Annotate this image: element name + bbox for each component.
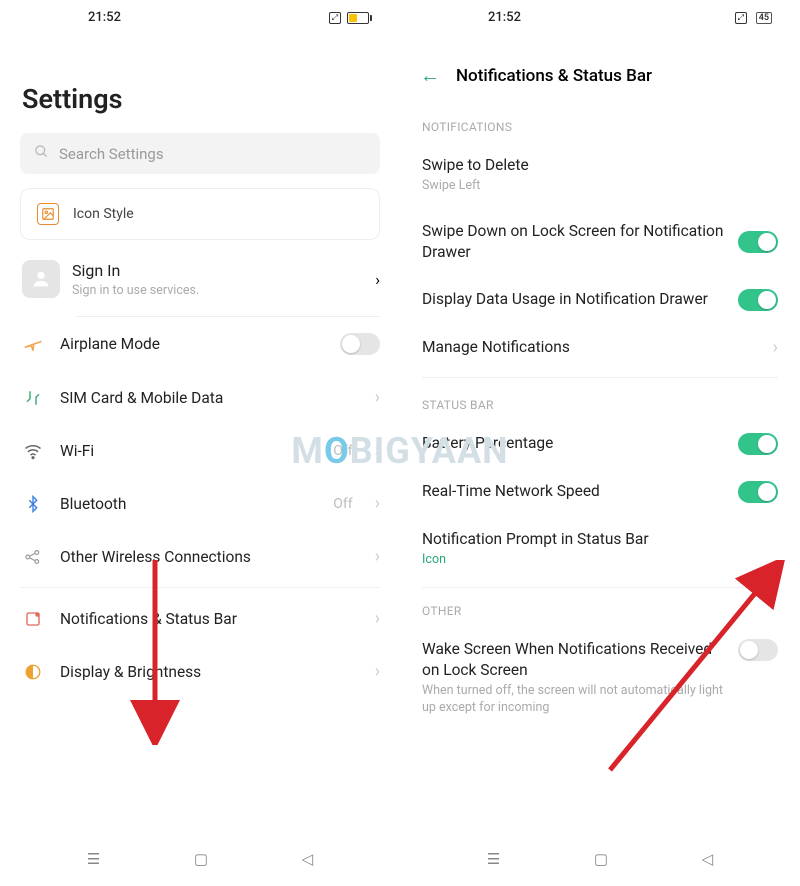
avatar-icon — [22, 260, 60, 298]
image-icon — [37, 203, 59, 225]
row-other-wireless[interactable]: Other Wireless Connections › — [0, 530, 400, 583]
icon-style-label: Icon Style — [73, 206, 134, 222]
row-manage-notifications[interactable]: Manage Notifications › — [400, 324, 800, 371]
share-icon — [22, 548, 44, 566]
status-time: 21:52 — [18, 10, 121, 25]
row-label: Notification Prompt in Status Bar — [422, 529, 778, 550]
search-placeholder: Search Settings — [59, 145, 164, 163]
toggle-airplane[interactable] — [340, 333, 380, 355]
row-wake-screen[interactable]: Wake Screen When Notifications Received … — [400, 626, 800, 730]
row-label: Real-Time Network Speed — [422, 481, 724, 502]
toggle[interactable] — [738, 289, 778, 311]
row-value: Off — [333, 496, 352, 512]
wifi-icon — [22, 441, 44, 461]
battery-icon — [347, 12, 372, 24]
back-arrow-icon[interactable]: ← — [420, 63, 440, 88]
chevron-right-icon: › — [375, 440, 380, 461]
signin-sub: Sign in to use services. — [72, 283, 363, 298]
brightness-icon — [22, 663, 44, 681]
row-sim-data[interactable]: SIM Card & Mobile Data › — [0, 371, 400, 424]
rotation-icon: ⤢ — [735, 12, 747, 24]
rotation-icon: ⤢ — [329, 12, 341, 24]
row-display-brightness[interactable]: Display & Brightness › — [0, 645, 400, 698]
nav-back-icon[interactable]: ◁ — [702, 850, 714, 868]
chevron-right-icon: › — [375, 608, 380, 629]
row-battery-percentage[interactable]: Battery Percentage — [400, 420, 800, 468]
divider — [422, 587, 778, 588]
chevron-right-icon: › — [375, 661, 380, 682]
page-title: Settings — [0, 33, 400, 133]
notification-icon — [22, 610, 44, 628]
screen-settings: 21:52 ⤢ Settings Search Settings Icon St… — [0, 0, 400, 886]
section-notifications: NOTIFICATIONS — [400, 106, 800, 142]
row-sub: Icon — [422, 552, 778, 569]
row-label: Airplane Mode — [60, 335, 324, 353]
airplane-icon — [22, 334, 44, 354]
section-other: OTHER — [400, 590, 800, 626]
icon-style-card[interactable]: Icon Style — [20, 188, 380, 240]
row-label: Swipe to Delete — [422, 155, 778, 176]
toggle[interactable] — [738, 231, 778, 253]
row-data-usage[interactable]: Display Data Usage in Notification Drawe… — [400, 276, 800, 324]
row-label: Display Data Usage in Notification Drawe… — [422, 289, 724, 310]
toggle[interactable] — [738, 639, 778, 661]
row-swipe-delete[interactable]: Swipe to Delete Swipe Left — [400, 142, 800, 208]
row-sub: When turned off, the screen will not aut… — [422, 683, 724, 717]
chevron-right-icon: › — [375, 270, 380, 289]
chevron-right-icon: › — [375, 546, 380, 567]
toggle[interactable] — [738, 433, 778, 455]
row-label: Bluetooth — [60, 495, 317, 513]
screen-notifications-statusbar: 21:52 ⤢ 45 ← Notifications & Status Bar … — [400, 0, 800, 886]
system-navbar: ☰ ▢ ◁ — [400, 836, 800, 886]
row-bluetooth[interactable]: Bluetooth Off › — [0, 477, 400, 530]
toggle-network-speed[interactable] — [738, 481, 778, 503]
nav-back-icon[interactable]: ◁ — [302, 850, 314, 868]
row-value: Off — [333, 443, 352, 459]
status-time: 21:52 — [418, 10, 521, 25]
status-bar: 21:52 ⤢ 45 — [400, 0, 800, 33]
row-label: Battery Percentage — [422, 433, 724, 454]
chevron-right-icon: › — [375, 387, 380, 408]
row-label: Wake Screen When Notifications Received … — [422, 639, 724, 681]
divider — [422, 377, 778, 378]
search-icon — [34, 144, 49, 163]
row-label: SIM Card & Mobile Data — [60, 389, 359, 407]
row-swipe-down-lock[interactable]: Swipe Down on Lock Screen for Notificati… — [400, 208, 800, 276]
row-notifications-statusbar[interactable]: Notifications & Status Bar › — [0, 592, 400, 645]
section-statusbar: STATUS BAR — [400, 384, 800, 420]
nav-home-icon[interactable]: ▢ — [194, 850, 208, 868]
row-label: Wi-Fi — [60, 442, 317, 460]
search-input[interactable]: Search Settings — [20, 133, 380, 174]
page-header: ← Notifications & Status Bar — [400, 33, 800, 106]
row-wifi[interactable]: Wi-Fi Off › — [0, 424, 400, 477]
status-icons: ⤢ — [329, 12, 382, 24]
bluetooth-icon — [22, 495, 44, 513]
divider — [20, 587, 380, 588]
sim-icon — [22, 389, 44, 407]
status-icons: ⤢ 45 — [735, 12, 782, 24]
chevron-right-icon: › — [375, 493, 380, 514]
nav-home-icon[interactable]: ▢ — [594, 850, 608, 868]
signin-row[interactable]: Sign In Sign in to use services. › — [0, 254, 400, 316]
row-label: Swipe Down on Lock Screen for Notificati… — [422, 221, 724, 263]
row-label: Manage Notifications — [422, 337, 759, 358]
row-notification-prompt[interactable]: Notification Prompt in Status Bar Icon — [400, 516, 800, 582]
row-sub: Swipe Left — [422, 178, 778, 195]
nav-recent-icon[interactable]: ☰ — [87, 850, 100, 868]
status-bar: 21:52 ⤢ — [0, 0, 400, 33]
row-airplane-mode[interactable]: Airplane Mode — [0, 317, 400, 371]
header-title: Notifications & Status Bar — [456, 66, 652, 86]
system-navbar: ☰ ▢ ◁ — [0, 836, 400, 886]
battery-percentage: 45 — [756, 12, 772, 24]
settings-list: Airplane Mode SIM Card & Mobile Data › W… — [0, 317, 400, 836]
row-label: Other Wireless Connections — [60, 548, 359, 566]
signin-title: Sign In — [72, 261, 363, 280]
row-network-speed[interactable]: Real-Time Network Speed — [400, 468, 800, 516]
chevron-right-icon: › — [773, 337, 778, 358]
nav-recent-icon[interactable]: ☰ — [487, 850, 500, 868]
row-label: Notifications & Status Bar — [60, 610, 359, 628]
row-label: Display & Brightness — [60, 663, 359, 681]
